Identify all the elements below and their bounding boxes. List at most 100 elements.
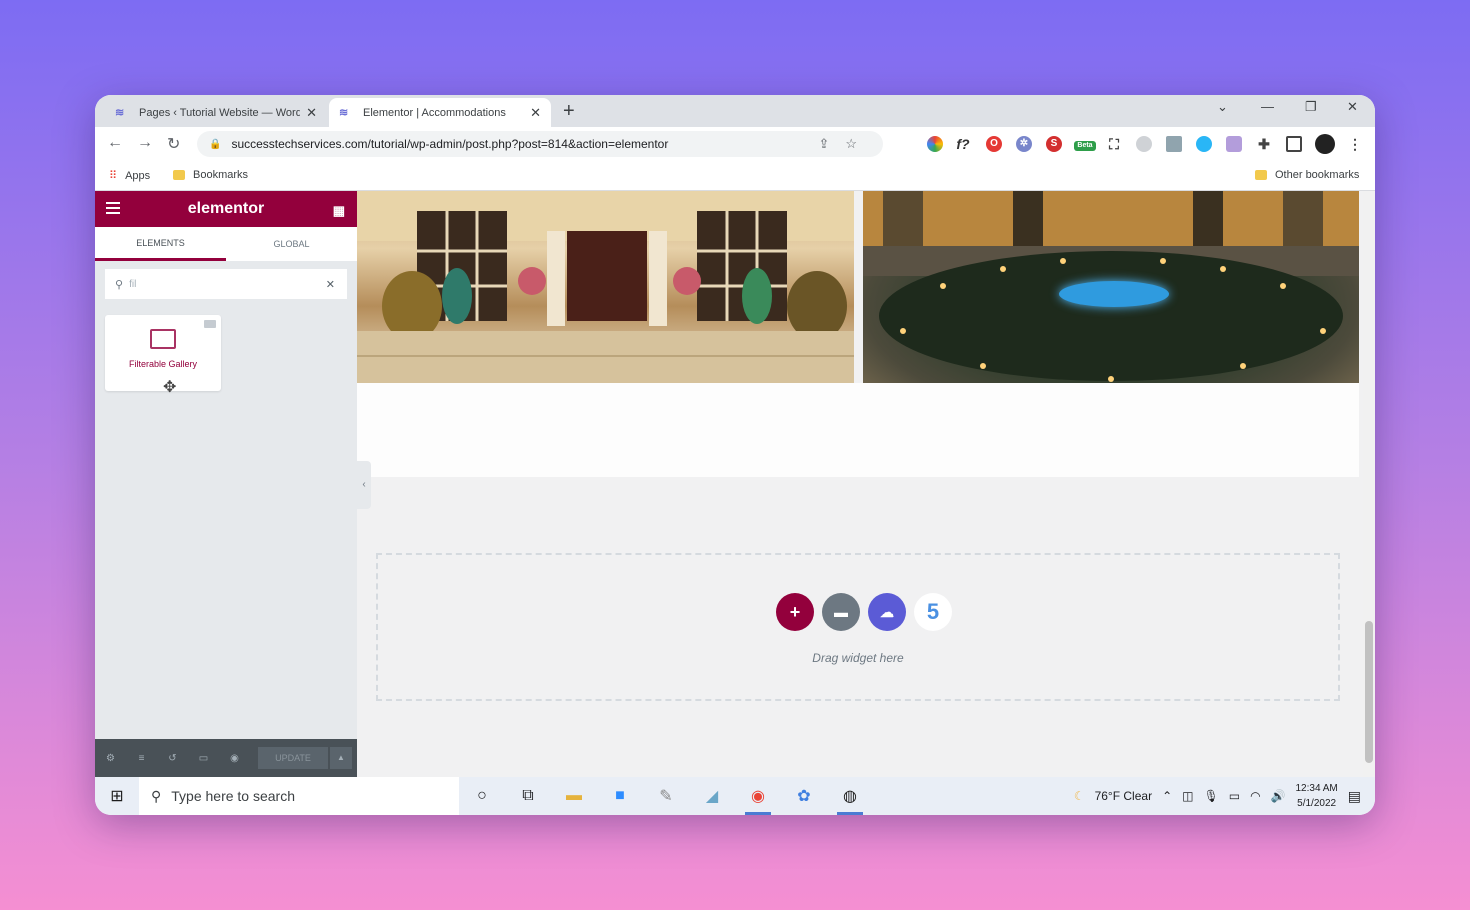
tab-pages[interactable]: ≋ Pages ‹ Tutorial Website — Word ✕ (105, 98, 327, 127)
close-tab-icon[interactable]: ✕ (306, 105, 317, 121)
add-template-button[interactable]: ▬ (822, 593, 860, 631)
search-icon: ⚲ (151, 787, 162, 804)
fountain-pool (1059, 281, 1169, 307)
settings-icon[interactable]: ⚙ (95, 753, 126, 764)
task-view-icon[interactable]: ⧉ (505, 777, 551, 815)
fountain-image[interactable] (863, 191, 1359, 383)
tab-elementor[interactable]: ≋ Elementor | Accommodations ✕ (329, 98, 551, 127)
hotel-entrance-illustration (357, 191, 854, 383)
browser-toolbar: ← → ↻ 🔒 successtechservices.com/tutorial… (95, 127, 1375, 161)
hotel-entrance-image[interactable] (357, 191, 854, 383)
widget-drop-zone[interactable]: + ▬ ☁ 5 Drag widget here (376, 553, 1340, 701)
elementor-logo: elementor (187, 200, 265, 217)
preview-eye-icon[interactable]: ◉ (219, 753, 250, 764)
address-bar[interactable]: 🔒 successtechservices.com/tutorial/wp-ad… (197, 131, 883, 157)
cortana-icon[interactable]: ○ (459, 777, 505, 815)
profile-avatar[interactable] (1315, 134, 1335, 154)
windows-taskbar: ⊞ ⚲ Type here to search ○ ⧉ ▬ ■ ✎ ◢ ◉ ✿ … (95, 777, 1375, 815)
browser-window: ≋ Pages ‹ Tutorial Website — Word ✕ ≋ El… (95, 95, 1375, 815)
microphone-icon[interactable]: 🎙 (1203, 789, 1218, 803)
tab-strip: ≋ Pages ‹ Tutorial Website — Word ✕ ≋ El… (95, 95, 1375, 127)
folder-icon (1255, 170, 1267, 180)
tab-elements[interactable]: ELEMENTS (95, 227, 226, 261)
wifi-icon[interactable]: ◠ (1250, 789, 1260, 803)
restore-button[interactable]: ❐ (1305, 99, 1317, 115)
hamburger-menu-icon[interactable] (106, 202, 120, 217)
chrome-taskbar-icon[interactable]: ◉ (735, 777, 781, 815)
other-bookmarks[interactable]: Other bookmarks (1255, 169, 1359, 181)
puzzle-extensions-icon[interactable]: ✚ (1256, 136, 1272, 152)
moon-extension-icon[interactable] (1136, 136, 1152, 152)
clear-search-icon[interactable]: ✕ (326, 278, 335, 291)
tab-title: Pages ‹ Tutorial Website — Word (139, 106, 301, 119)
windows-start-icon[interactable]: ⊞ (95, 786, 139, 806)
back-icon[interactable]: ← (107, 134, 123, 152)
minimize-button[interactable]: — (1261, 99, 1274, 114)
bookmarks-folder[interactable]: Bookmarks (173, 169, 248, 181)
collapse-panel-icon[interactable]: ‹ (357, 461, 371, 509)
zoom-icon[interactable]: ■ (597, 777, 643, 815)
navigator-icon[interactable]: ≡ (126, 753, 157, 764)
weather-text[interactable]: 76°F Clear (1095, 789, 1153, 803)
add-section-button[interactable]: + (776, 593, 814, 631)
volume-icon[interactable]: 🔊 (1271, 789, 1286, 803)
widget-search-input[interactable]: ⚲ fil ✕ (105, 269, 347, 299)
opera-extension-icon[interactable]: O (986, 136, 1002, 152)
obs-icon[interactable]: ◍ (827, 777, 873, 815)
chevron-up-icon[interactable]: ⌃ (1162, 789, 1172, 803)
notifications-icon[interactable]: ▤ (1348, 788, 1361, 805)
section-background (357, 383, 1359, 477)
moon-weather-icon: ☾ (1073, 789, 1085, 803)
panel-header: elementor ▦ (95, 191, 357, 227)
update-button[interactable]: UPDATE (258, 747, 328, 769)
beta-extension-icon[interactable]: Beta (1074, 141, 1096, 151)
search-value: fil (129, 278, 137, 290)
history-icon[interactable]: ↺ (157, 753, 188, 764)
elementor-panel: elementor ▦ ELEMENTS GLOBAL ⚲ fil ✕ Filt… (95, 191, 357, 777)
reload-icon[interactable]: ↻ (167, 134, 180, 154)
elementor-favicon-icon: ≋ (339, 106, 349, 119)
side-panel-icon[interactable] (1286, 136, 1302, 152)
starter-templates-button[interactable]: 5 (914, 593, 952, 631)
update-dropdown-icon[interactable]: ▲ (330, 747, 352, 769)
share-and-star-icons[interactable]: ⇪☆ (818, 136, 873, 152)
gallery-icon (150, 329, 176, 349)
menu-kebab-icon[interactable]: ⋮ (1347, 136, 1363, 152)
new-tab-button[interactable]: + (563, 100, 575, 123)
taskbar-search-input[interactable]: ⚲ Type here to search (139, 777, 459, 815)
s-extension-icon[interactable]: S (1046, 136, 1062, 152)
paint-icon[interactable]: ✎ (643, 777, 689, 815)
scrollbar-thumb[interactable] (1365, 621, 1373, 763)
sync-app-icon[interactable]: ✿ (781, 777, 827, 815)
panel-tabs: ELEMENTS GLOBAL (95, 227, 357, 261)
clock[interactable]: 12:34 AM 5/1/2022 (1296, 781, 1338, 811)
drop-extension-icon[interactable] (1196, 136, 1212, 152)
tab-global[interactable]: GLOBAL (226, 227, 357, 261)
canvas-scrollbar[interactable] (1363, 191, 1375, 777)
editor-canvas: ‹ + ▬ ☁ 5 Drag widget here (357, 191, 1365, 777)
apps-bookmark[interactable]: ⠿ Apps (109, 169, 150, 183)
folder-icon (173, 170, 185, 180)
battery-icon[interactable]: ▭ (1229, 789, 1240, 803)
tab-search-icon[interactable]: ⌄ (1217, 99, 1228, 115)
widgets-grid-icon[interactable]: ▦ (333, 203, 345, 219)
gear-extension-icon[interactable]: ✲ (1016, 136, 1032, 152)
purple-extension-icon[interactable] (1226, 136, 1242, 152)
essential-addons-button[interactable]: ☁ (868, 593, 906, 631)
close-window-button[interactable]: ✕ (1347, 99, 1358, 115)
camera-icon[interactable]: ◫ (1182, 789, 1193, 803)
color-extension-icon[interactable] (927, 136, 943, 152)
screenshot-extension-icon[interactable]: ⛶ (1106, 136, 1122, 152)
search-icon: ⚲ (115, 278, 124, 291)
file-explorer-icon[interactable]: ▬ (551, 777, 597, 815)
responsive-icon[interactable]: ▭ (188, 753, 219, 764)
app-icon[interactable]: ◢ (689, 777, 735, 815)
add-section-controls: + ▬ ☁ 5 (776, 593, 952, 631)
close-tab-icon[interactable]: ✕ (530, 105, 541, 121)
forward-icon[interactable]: → (137, 134, 153, 152)
formula-extension-icon[interactable]: f? (955, 136, 971, 152)
move-cursor-icon: ✥ (163, 379, 177, 396)
widget-label: Filterable Gallery (128, 359, 198, 369)
grid-extension-icon[interactable] (1166, 136, 1182, 152)
wordpress-favicon-icon: ≋ (115, 106, 125, 119)
